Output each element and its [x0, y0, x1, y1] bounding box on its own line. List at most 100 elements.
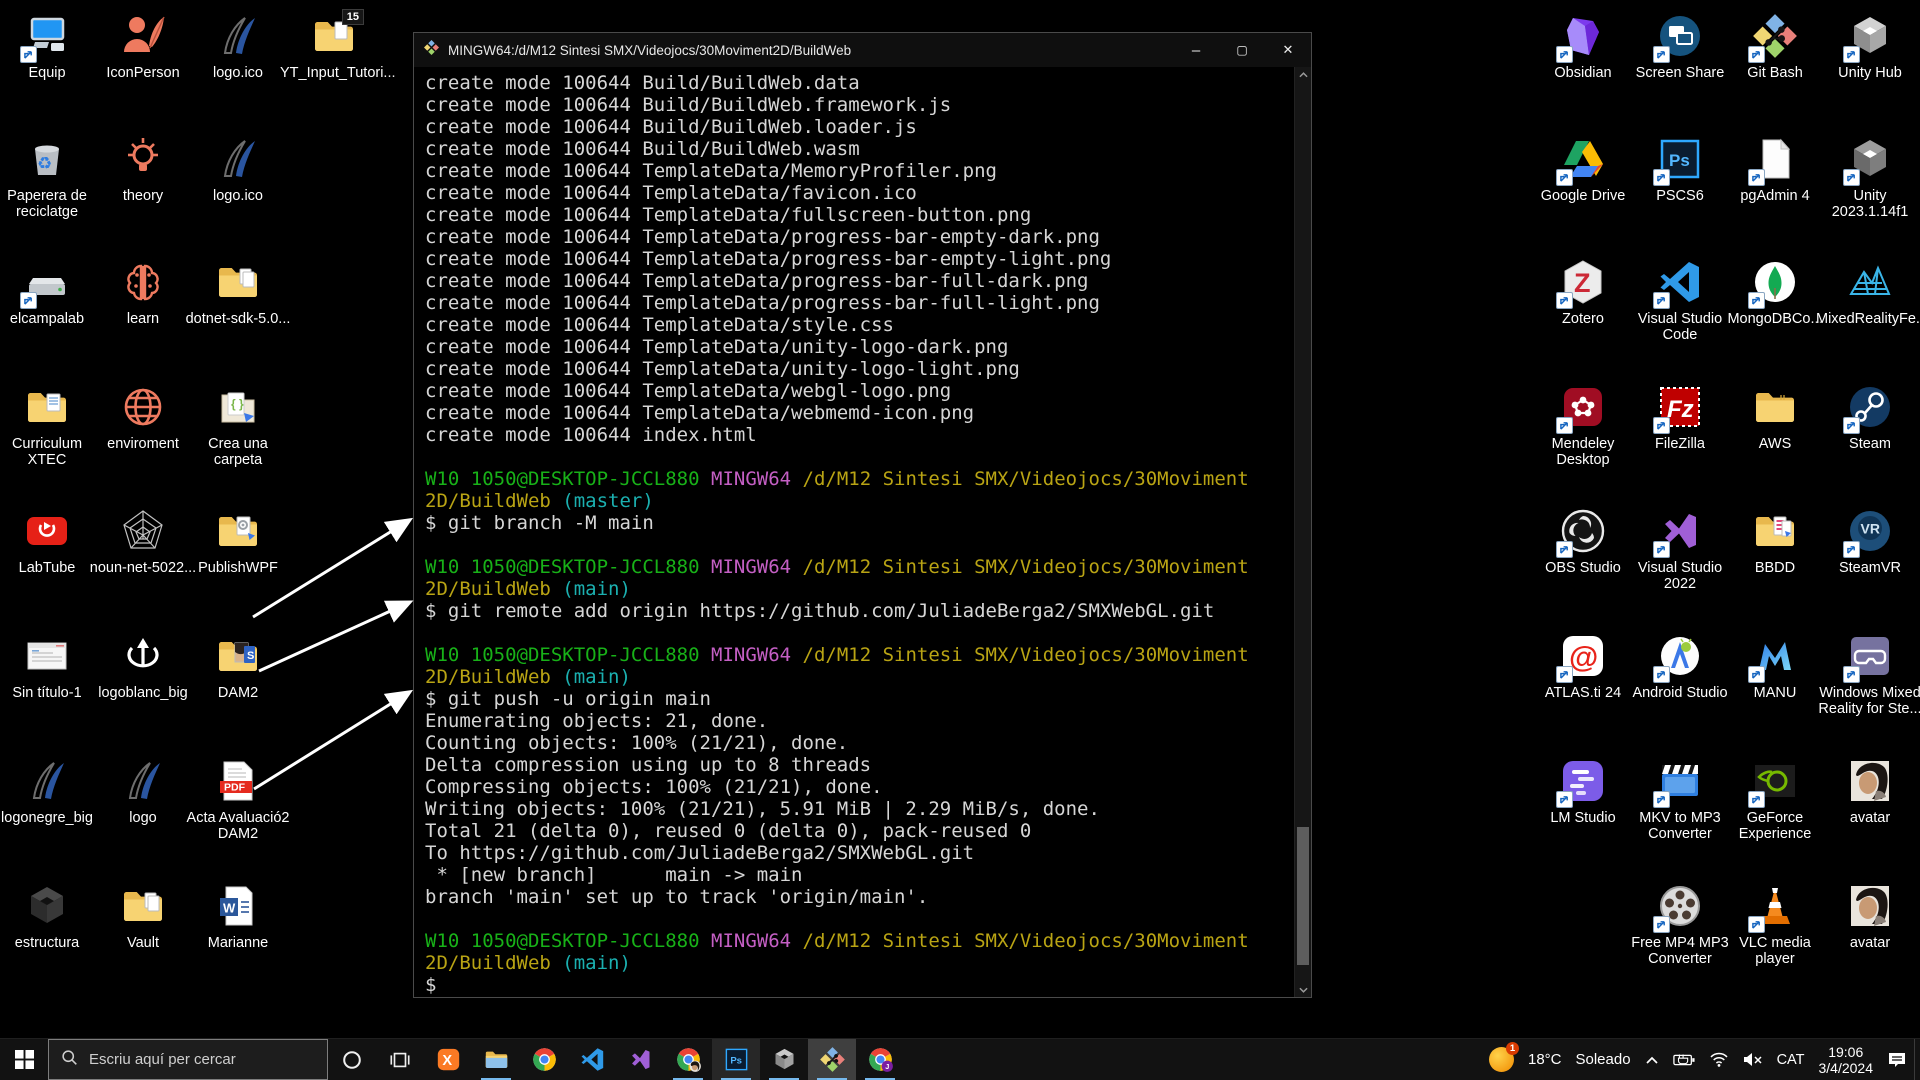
- desktop-icon-learn[interactable]: learn: [89, 258, 197, 327]
- taskbar-app-explorer[interactable]: [472, 1039, 520, 1080]
- desktop-icon-unity-2023-1-14f1[interactable]: Unity 2023.1.14f1: [1816, 135, 1920, 220]
- desktop-icon-screen-share[interactable]: Screen Share: [1626, 12, 1734, 81]
- taskbar-app-xampp[interactable]: X: [424, 1039, 472, 1080]
- desktop-icon-mongodbco[interactable]: MongoDBCo...: [1721, 258, 1829, 327]
- notification-center-button[interactable]: [1880, 1039, 1914, 1080]
- desktop-icon-obsidian[interactable]: Obsidian: [1529, 12, 1637, 81]
- taskbar-app-vscode[interactable]: [568, 1039, 616, 1080]
- desktop-icon-logo-ico[interactable]: logo.ico: [184, 135, 292, 204]
- start-button[interactable]: [0, 1039, 48, 1080]
- desktop-icon-dotnet-sdk-5-0[interactable]: dotnet-sdk-5.0...: [184, 258, 292, 327]
- desktop-icon-mendeley-desktop[interactable]: Mendeley Desktop: [1529, 383, 1637, 468]
- desktop-icon-pgadmin-4[interactable]: pgAdmin 4: [1721, 135, 1829, 204]
- desktop-icon-steam[interactable]: Steam: [1816, 383, 1920, 452]
- desktop-icon-vault[interactable]: Vault: [89, 882, 197, 951]
- taskbar-app-chrome[interactable]: [520, 1039, 568, 1080]
- minimize-button[interactable]: –: [1173, 33, 1219, 67]
- desktop-icon-mkv-to-mp3-converter[interactable]: MKV to MP3 Converter: [1626, 757, 1734, 842]
- desktop-icon-android-studio[interactable]: Android Studio: [1626, 632, 1734, 701]
- desktop-icon-git-bash[interactable]: Git Bash: [1721, 12, 1829, 81]
- taskbar-app-unity[interactable]: [760, 1039, 808, 1080]
- clock[interactable]: 19:06 3/4/2024: [1812, 1039, 1881, 1080]
- desktop-icon-yt-input-tutori[interactable]: 15YT_Input_Tutori...: [280, 12, 388, 81]
- terminal-line: create mode 100644 TemplateData/progress…: [425, 226, 1294, 248]
- drive-icon: [23, 258, 71, 306]
- desktop-icon-logonegre-big[interactable]: logonegre_big: [0, 757, 101, 826]
- desktop-icon-noun-net-5022[interactable]: noun-net-5022...: [89, 507, 197, 576]
- taskbar-app-ps[interactable]: Ps: [712, 1039, 760, 1080]
- desktop-icon-theory[interactable]: theory: [89, 135, 197, 204]
- maximize-button[interactable]: ▢: [1219, 33, 1265, 67]
- desktop-icon-lm-studio[interactable]: LM Studio: [1529, 757, 1637, 826]
- desktop-icon-avatar[interactable]: avatar: [1816, 882, 1920, 951]
- desktop-icon-windows-mixed-reality-for-ste[interactable]: Windows Mixed Reality for Ste...: [1816, 632, 1920, 717]
- terminal-line: create mode 100644 TemplateData/MemoryPr…: [425, 160, 1294, 182]
- desktop-icon-unity-hub[interactable]: Unity Hub: [1816, 12, 1920, 81]
- terminal-line: create mode 100644 index.html: [425, 424, 1294, 446]
- scroll-up-icon[interactable]: [1295, 67, 1312, 82]
- show-desktop-button[interactable]: [1914, 1039, 1920, 1080]
- desktop-icon-obs-studio[interactable]: OBS Studio: [1529, 507, 1637, 576]
- desktop-icon-publishwpf[interactable]: PublishWPF: [184, 507, 292, 576]
- taskbar-app-chrome-j[interactable]: J: [856, 1039, 904, 1080]
- desktop-icon-logo-ico[interactable]: logo.ico: [184, 12, 292, 81]
- desktop-icon-bbdd[interactable]: BBDD: [1721, 507, 1829, 576]
- scrollbar-thumb[interactable]: [1297, 827, 1309, 965]
- desktop-icon-mixedrealityfe[interactable]: MixedRealityFe...: [1816, 258, 1920, 327]
- desktop-icon-curriculum-xtec[interactable]: Curriculum XTEC: [0, 383, 101, 468]
- desktop-icon-zotero[interactable]: ZZotero: [1529, 258, 1637, 327]
- search-input[interactable]: Escriu aquí per cercar: [48, 1039, 328, 1080]
- weather-condition-label[interactable]: Soleado: [1569, 1039, 1638, 1080]
- filmreel-icon: [1656, 882, 1704, 930]
- desktop-icon-avatar[interactable]: avatar: [1816, 757, 1920, 826]
- taskbar-app-vs2022[interactable]: [616, 1039, 664, 1080]
- desktop-icon-filezilla[interactable]: FzFileZilla: [1626, 383, 1734, 452]
- desktop-icon-google-drive[interactable]: Google Drive: [1529, 135, 1637, 204]
- desktop-icon-free-mp4-mp3-converter[interactable]: Free MP4 MP3 Converter: [1626, 882, 1734, 967]
- tray-chevron-icon[interactable]: [1638, 1039, 1666, 1080]
- wifi-icon[interactable]: [1702, 1039, 1736, 1080]
- desktop-icon-geforce-experience[interactable]: GeForce Experience: [1721, 757, 1829, 842]
- desktop-icon-dam2[interactable]: SDAM2: [184, 632, 292, 701]
- temperature-label[interactable]: 18°C: [1521, 1039, 1569, 1080]
- desktop-icon-visual-studio-code[interactable]: Visual Studio Code: [1626, 258, 1734, 343]
- desktop-icon-label: logonegre_big: [0, 810, 101, 826]
- battery-icon[interactable]: [1666, 1039, 1702, 1080]
- clapper-icon: [1656, 757, 1704, 805]
- desktop-icon-equip[interactable]: Equip: [0, 12, 101, 81]
- desktop-icon-manu[interactable]: MANU: [1721, 632, 1829, 701]
- terminal-title-bar[interactable]: MINGW64:/d/M12 Sintesi SMX/Videojocs/30M…: [414, 33, 1311, 67]
- taskbar-app-chrome-avatar[interactable]: [664, 1039, 712, 1080]
- desktop-icon-vlc-media-player[interactable]: VLC media player: [1721, 882, 1829, 967]
- desktop-icon-logo[interactable]: logo: [89, 757, 197, 826]
- desktop-icon-iconperson[interactable]: IconPerson: [89, 12, 197, 81]
- desktop-icon-logoblanc-big[interactable]: logoblanc_big: [89, 632, 197, 701]
- terminal-line: 2D/BuildWeb (master): [425, 490, 1294, 512]
- desktop-icon-sin-t-tulo-1[interactable]: Sin título-1: [0, 632, 101, 701]
- desktop-icon-marianne[interactable]: WMarianne: [184, 882, 292, 951]
- desktop-icon-enviroment[interactable]: enviroment: [89, 383, 197, 452]
- scroll-down-icon[interactable]: [1295, 982, 1312, 997]
- desktop-icon-crea-una-carpeta[interactable]: { }Crea una carpeta: [184, 383, 292, 468]
- desktop-icon-steamvr[interactable]: VRSteamVR: [1816, 507, 1920, 576]
- brain-icon: [119, 258, 167, 306]
- desktop-icon-atlas-ti-24[interactable]: @ATLAS.ti 24: [1529, 632, 1637, 701]
- volume-muted-icon[interactable]: [1736, 1039, 1770, 1080]
- close-button[interactable]: ✕: [1265, 33, 1311, 67]
- task-view-button[interactable]: [376, 1039, 424, 1080]
- desktop-icon-labtube[interactable]: LabTube: [0, 507, 101, 576]
- desktop-icon-estructura[interactable]: estructura: [0, 882, 101, 951]
- desktop-icon-acta-avaluaci-2-dam2[interactable]: PDFActa Avaluació2 DAM2: [184, 757, 292, 842]
- desktop-icon-aws[interactable]: AWS: [1721, 383, 1829, 452]
- mintty-terminal-window[interactable]: MINGW64:/d/M12 Sintesi SMX/Videojocs/30M…: [413, 32, 1312, 998]
- cortana-button[interactable]: [328, 1039, 376, 1080]
- desktop-icon-pscs6[interactable]: PsPSCS6: [1626, 135, 1734, 204]
- terminal-scrollbar[interactable]: [1294, 67, 1311, 997]
- language-indicator[interactable]: CAT: [1770, 1039, 1812, 1080]
- weather-widget[interactable]: 1: [1482, 1039, 1521, 1080]
- taskbar-app-gitbash[interactable]: [808, 1039, 856, 1080]
- desktop-icon-elcampalab[interactable]: elcampalab: [0, 258, 101, 327]
- desktop-icon-paperera-de-reciclatge[interactable]: ♻Paperera de reciclatge: [0, 135, 101, 220]
- terminal-line: W10 1050@DESKTOP-JCCL880 MINGW64 /d/M12 …: [425, 930, 1294, 952]
- desktop-icon-visual-studio-2022[interactable]: Visual Studio 2022: [1626, 507, 1734, 592]
